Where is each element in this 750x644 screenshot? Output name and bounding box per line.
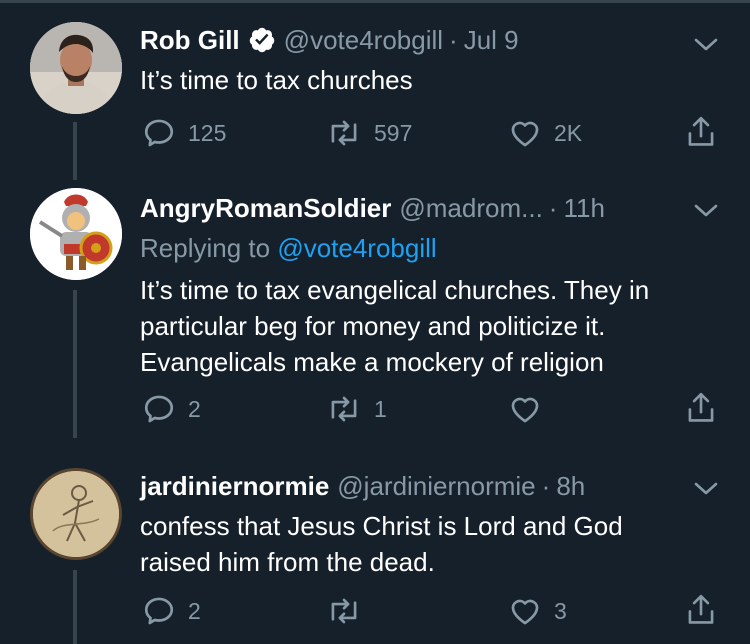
heart-icon: [511, 599, 539, 625]
tweet-header: jardiniernormie @jardiniernormie · 8h: [140, 468, 585, 504]
timestamp[interactable]: Jul 9: [464, 25, 519, 56]
reply-count: 2: [188, 597, 201, 624]
handle[interactable]: @vote4robgill: [284, 25, 443, 56]
timestamp[interactable]: 11h: [563, 193, 604, 224]
sketch-figure-avatar-icon: [33, 471, 119, 557]
retweet-count: 597: [374, 119, 413, 146]
verified-badge-icon: [249, 27, 274, 53]
replying-mention-link[interactable]: @vote4robgill: [277, 233, 436, 263]
reply-icon: [144, 395, 174, 423]
tweet-header: Rob Gill @vote4robgill · Jul 9: [140, 22, 519, 58]
avatar[interactable]: [30, 22, 122, 114]
reply-icon: [144, 597, 174, 625]
man-portrait-avatar-icon: [30, 22, 122, 114]
handle[interactable]: @madrom...: [399, 193, 542, 224]
like-button[interactable]: 2K: [508, 116, 582, 150]
tweet-text-line: Evangelicals make a mockery of religion: [140, 347, 604, 377]
roman-soldier-cartoon-avatar-icon: [30, 188, 122, 280]
tweet[interactable]: jardiniernormie @jardiniernormie · 8h co…: [0, 442, 750, 644]
avatar[interactable]: [30, 468, 122, 560]
display-name[interactable]: AngryRomanSoldier: [140, 193, 391, 224]
separator-dot: ·: [548, 192, 558, 223]
reply-count: 2: [188, 395, 201, 422]
tweet-text-line: It’s time to tax churches: [140, 65, 413, 95]
handle[interactable]: @jardiniernormie: [337, 471, 535, 502]
share-icon: [688, 116, 714, 146]
reply-button[interactable]: 125: [142, 116, 226, 150]
reply-button[interactable]: 2: [142, 594, 201, 628]
reply-button[interactable]: 2: [142, 392, 201, 426]
tweet-text-line: raised him from the dead.: [140, 547, 435, 577]
retweet-button[interactable]: [326, 594, 362, 628]
share-button[interactable]: [684, 114, 718, 150]
share-button[interactable]: [684, 390, 718, 426]
avatar[interactable]: [30, 188, 122, 280]
retweet-icon: [331, 598, 357, 624]
separator-dot: ·: [449, 24, 458, 55]
retweet-button[interactable]: 597: [326, 116, 412, 150]
display-name[interactable]: jardiniernormie: [140, 471, 329, 502]
share-button[interactable]: [684, 592, 718, 628]
tweet-header: AngryRomanSoldier @madrom... · 11h: [140, 190, 605, 226]
chevron-down-icon[interactable]: [692, 478, 720, 498]
reply-icon: [144, 119, 174, 147]
replying-prefix: Replying to: [140, 233, 271, 263]
share-icon: [688, 392, 714, 422]
tweet-text: It’s time to tax evangelical churches. T…: [140, 272, 649, 380]
retweet-button[interactable]: 1: [326, 392, 387, 426]
tweet-actions: 2 3: [0, 594, 750, 634]
tweet-actions: 2 1: [0, 392, 750, 432]
separator-dot: ·: [541, 470, 551, 501]
chevron-down-icon[interactable]: [692, 200, 720, 220]
retweet-count: 1: [374, 395, 387, 422]
tweet-text-line: particular beg for money and politicize …: [140, 311, 606, 341]
retweet-icon: [331, 120, 357, 146]
share-icon: [688, 594, 714, 624]
tweet-actions: 125 597 2K: [0, 114, 750, 154]
tweet[interactable]: Rob Gill @vote4robgill · Jul 9 It’s time…: [0, 0, 750, 180]
tweet-text-line: It’s time to tax evangelical churches. T…: [140, 275, 650, 305]
tweet-text: confess that Jesus Christ is Lord and Go…: [140, 508, 623, 580]
display-name[interactable]: Rob Gill: [140, 25, 240, 56]
reply-count: 125: [188, 119, 227, 146]
tweet-text: It’s time to tax churches: [140, 62, 413, 98]
tweet-text-line: confess that Jesus Christ is Lord and Go…: [140, 511, 623, 541]
heart-icon: [511, 397, 539, 423]
heart-icon: [511, 121, 539, 147]
like-button[interactable]: 3: [508, 594, 567, 628]
like-button[interactable]: [508, 392, 542, 426]
replying-to: Replying to @vote4robgill: [140, 230, 437, 266]
tweet[interactable]: AngryRomanSoldier @madrom... · 11h Reply…: [0, 180, 750, 442]
timestamp[interactable]: 8h: [556, 471, 585, 502]
like-count: 2K: [554, 119, 583, 146]
chevron-down-icon[interactable]: [692, 34, 720, 54]
retweet-icon: [331, 396, 357, 422]
like-count: 3: [554, 597, 567, 624]
